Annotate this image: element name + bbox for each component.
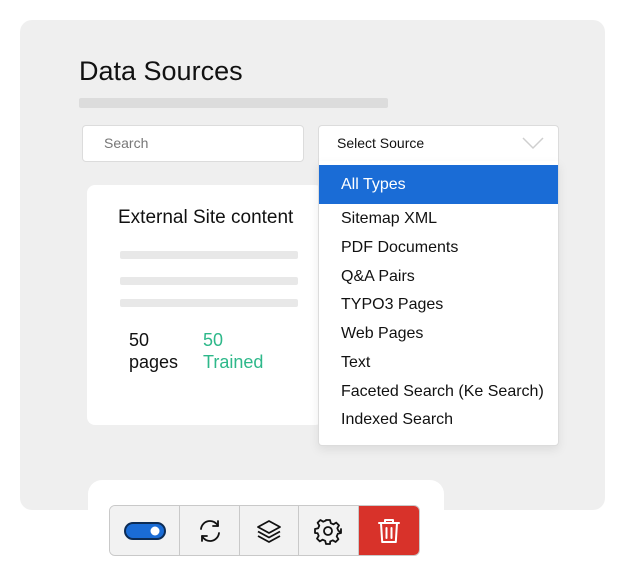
chevron-down-icon [522, 137, 544, 150]
enable-toggle[interactable] [110, 506, 181, 555]
pages-label: pages [129, 352, 179, 372]
sync-button[interactable] [180, 506, 240, 555]
source-select[interactable]: Select Source [318, 125, 559, 162]
card-title: External Site content [118, 207, 294, 228]
source-card[interactable]: External Site content 50 pages 50 Traine… [87, 185, 323, 425]
layers-icon [257, 519, 281, 543]
option-pdf-documents[interactable]: PDF Documents [319, 233, 558, 262]
trained-stat: 50 Trained [203, 329, 263, 373]
option-sitemap-xml[interactable]: Sitemap XML [319, 204, 558, 233]
sync-icon [199, 519, 220, 542]
source-dropdown-menu: All Types Sitemap XML PDF Documents Q&A … [318, 161, 559, 446]
search-input[interactable]: Search [82, 125, 304, 162]
placeholder-line [120, 299, 298, 307]
option-typo3-pages[interactable]: TYPO3 Pages [319, 290, 558, 319]
trained-label: Trained [203, 352, 264, 372]
placeholder-line [120, 277, 298, 285]
toggle-icon [123, 521, 166, 540]
pages-stat: 50 pages [129, 329, 178, 373]
placeholder-line [120, 251, 298, 259]
title-underline-placeholder [79, 98, 388, 108]
option-web-pages[interactable]: Web Pages [319, 319, 558, 348]
settings-button[interactable] [299, 506, 359, 555]
page-title: Data Sources [79, 56, 243, 86]
option-qa-pairs[interactable]: Q&A Pairs [319, 262, 558, 291]
trained-count: 50 [203, 330, 224, 350]
option-text[interactable]: Text [319, 348, 558, 377]
gear-icon [314, 518, 343, 545]
option-all-types[interactable]: All Types [319, 165, 558, 204]
delete-button[interactable] [358, 506, 419, 555]
search-placeholder: Search [104, 135, 149, 151]
option-faceted-search[interactable]: Faceted Search (Ke Search) [319, 377, 558, 406]
pages-count: 50 [129, 330, 150, 350]
select-value: Select Source [337, 135, 425, 151]
option-indexed-search[interactable]: Indexed Search [319, 405, 558, 434]
trash-icon [377, 518, 400, 543]
layers-button[interactable] [239, 506, 300, 555]
card-action-toolbar [109, 505, 420, 556]
